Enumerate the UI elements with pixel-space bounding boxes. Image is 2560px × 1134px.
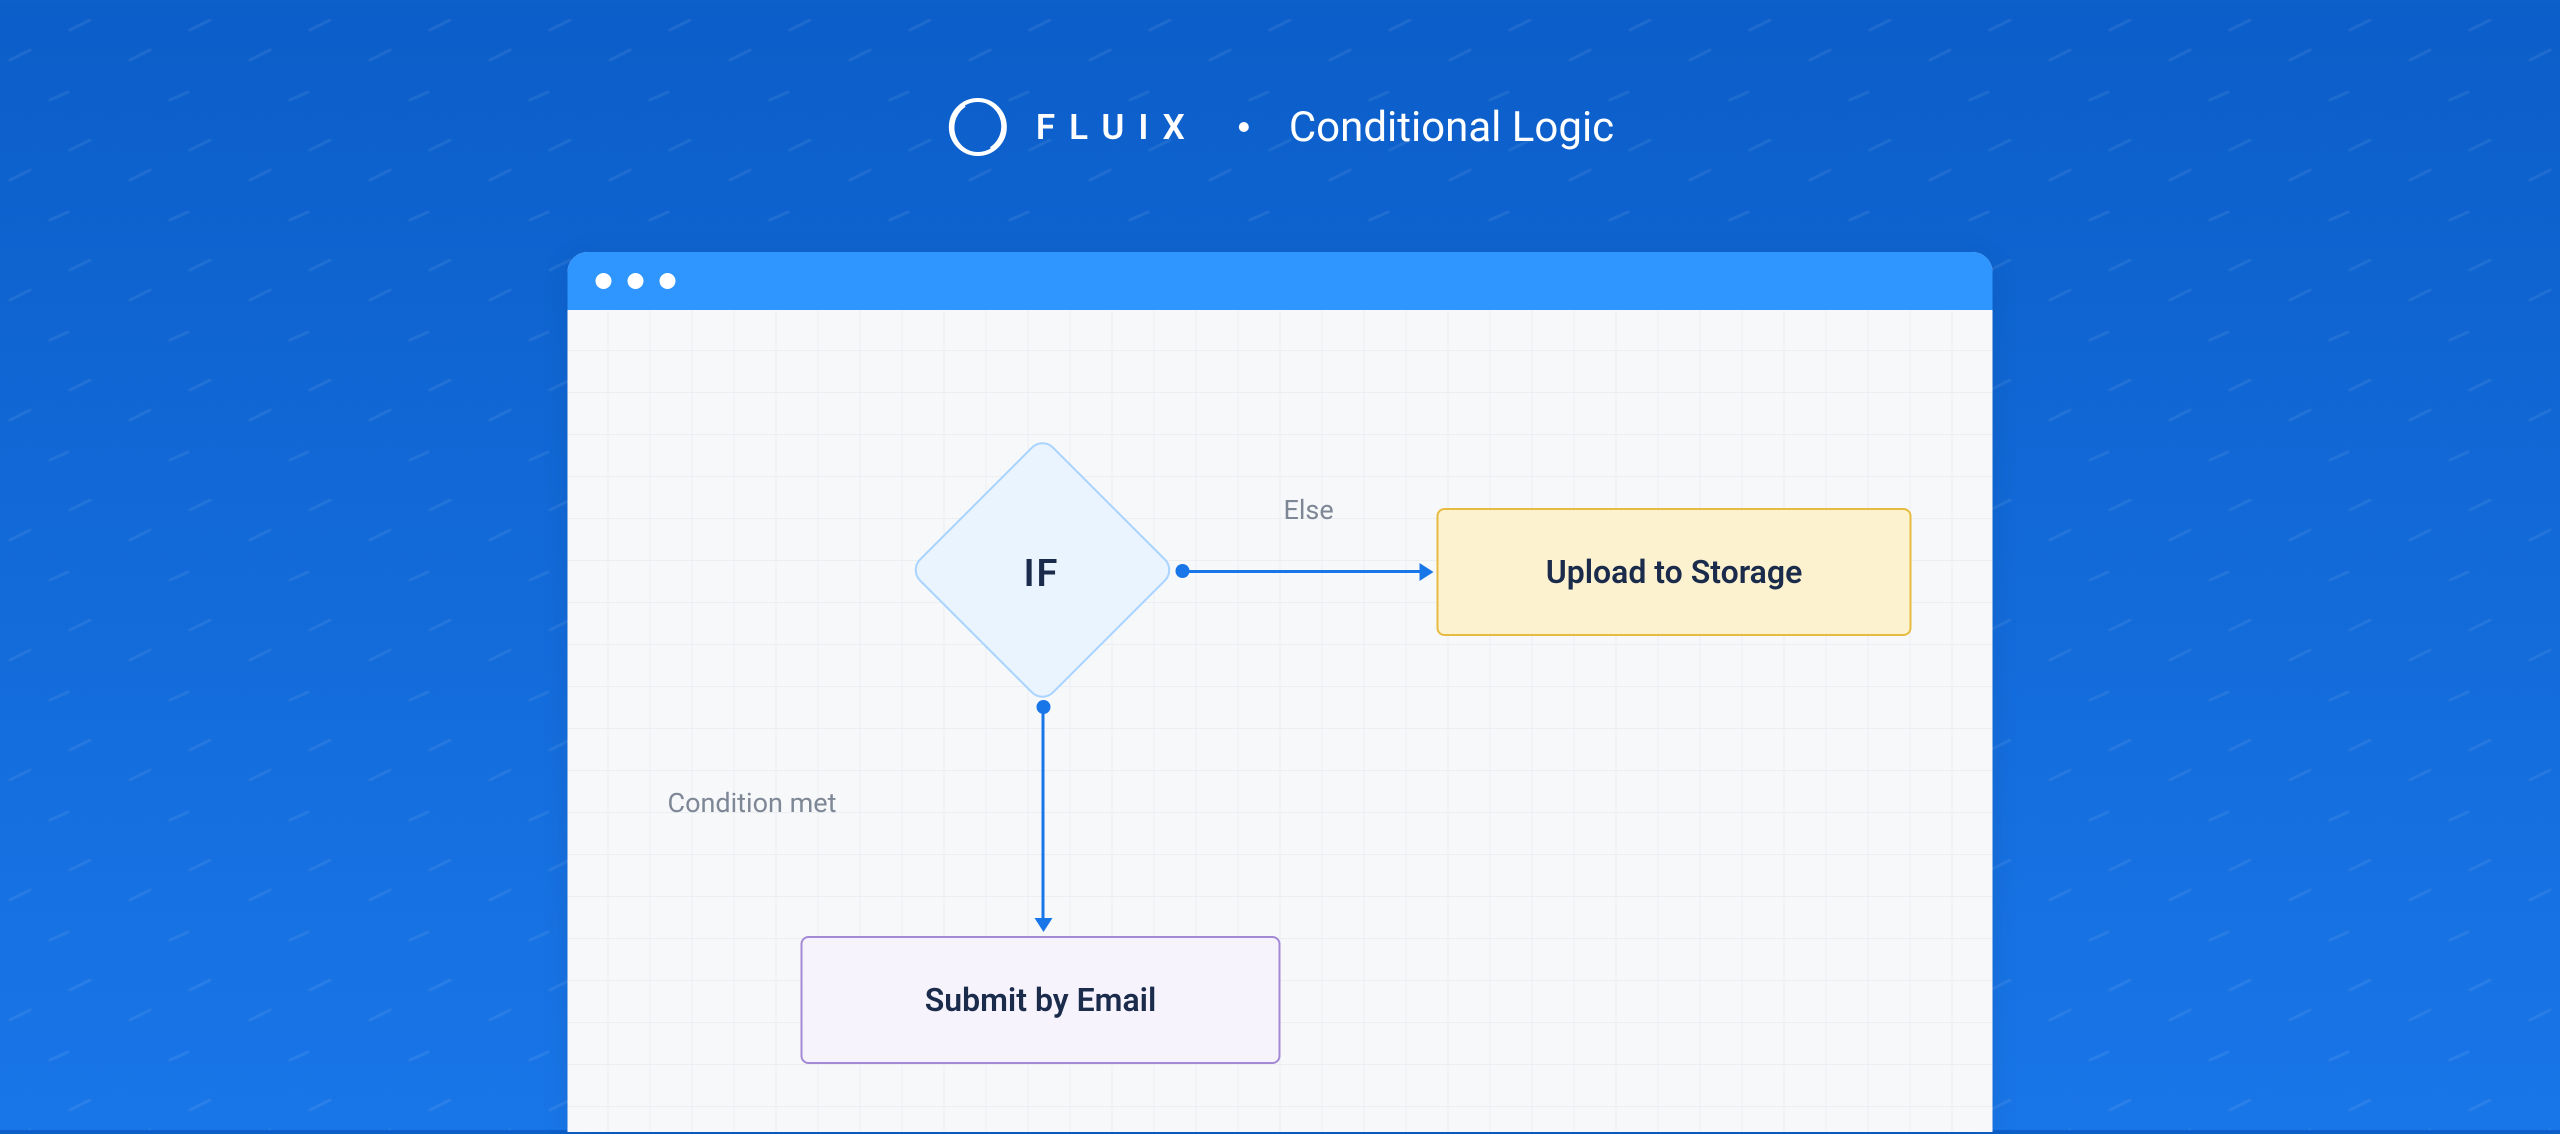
app-window: IF Else Condition met Upload to Storage … [568, 252, 1993, 1132]
edge-label-else: Else [1284, 494, 1334, 526]
brand-name: FLUIX [1036, 107, 1199, 148]
brand-logo: FLUIX [946, 95, 1199, 159]
edge-label-condition-met: Condition met [668, 787, 837, 819]
action-node-upload-storage: Upload to Storage [1437, 508, 1912, 636]
arrowhead-right-icon [1420, 563, 1434, 581]
window-titlebar [568, 252, 1993, 310]
page-title: Conditional Logic [1289, 103, 1614, 152]
diagram-canvas: IF Else Condition met Upload to Storage … [568, 310, 1993, 1132]
connector-condition-met [1042, 708, 1045, 918]
separator-dot-icon [1239, 122, 1249, 132]
arrowhead-down-icon [1035, 918, 1053, 932]
action-node-label: Upload to Storage [1546, 553, 1803, 591]
connector-else [1182, 570, 1422, 573]
window-control-minimize-icon [628, 273, 644, 289]
action-node-label: Submit by Email [925, 981, 1157, 1019]
page-header: FLUIX Conditional Logic [946, 95, 1614, 159]
window-control-maximize-icon [660, 273, 676, 289]
action-node-submit-email: Submit by Email [801, 936, 1281, 1064]
fluix-logo-icon [946, 95, 1010, 159]
window-control-close-icon [596, 273, 612, 289]
decision-node-label: IF [1002, 552, 1082, 596]
